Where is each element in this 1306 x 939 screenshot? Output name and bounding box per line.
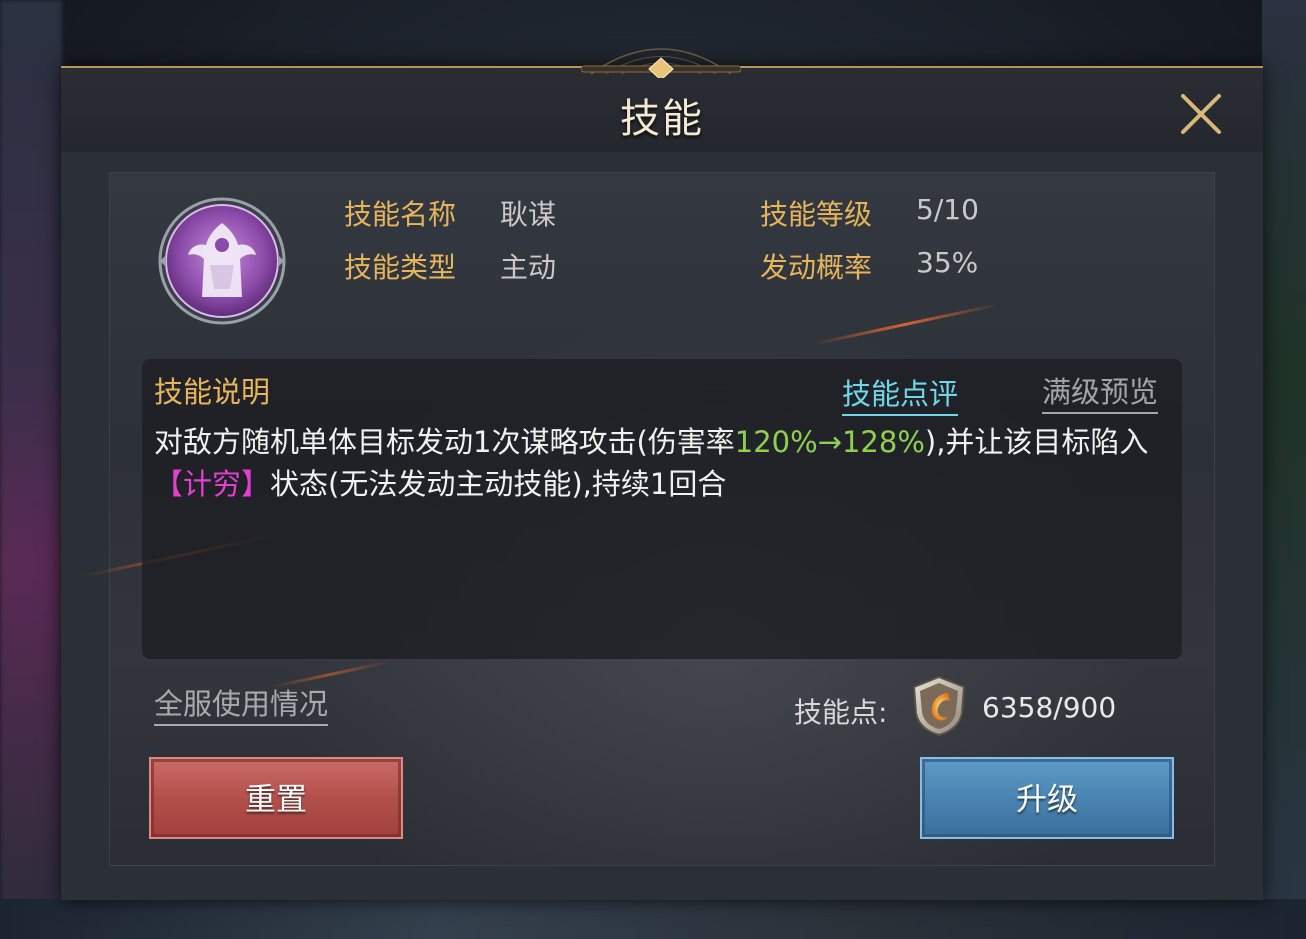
- tab-full-level-preview[interactable]: 满级预览: [1042, 369, 1159, 414]
- tab-skill-review[interactable]: 技能点评: [842, 371, 959, 416]
- description-text-part: ),并让该目标陷入: [924, 425, 1149, 459]
- skill-name-value: 耿谋: [500, 198, 557, 231]
- ember-streak: [811, 303, 999, 346]
- skill-points-value: 6358/900: [982, 691, 1117, 724]
- description-text-part: 状态(无法发动主动技能),持续1回合: [270, 467, 727, 501]
- dialog-title: 技能: [620, 96, 704, 142]
- status-effect-highlight: 【计穷】: [154, 467, 271, 501]
- reset-button[interactable]: 重置: [149, 757, 403, 839]
- title-ornament-icon: [581, 48, 741, 78]
- skill-type-label: 技能类型: [344, 251, 457, 284]
- skill-level-value: 5/10: [916, 193, 979, 226]
- skill-dialog: 技能 技能名称 耿谋 技能类型 主动 技能等级 5/10 发动概率 35% 技能…: [61, 48, 1263, 900]
- skill-point-shield-icon: [912, 675, 966, 737]
- background-right: [1262, 0, 1306, 939]
- skill-points-label: 技能点:: [794, 696, 888, 729]
- skill-level-label: 技能等级: [760, 198, 873, 231]
- damage-rate-highlight: 120%→128%: [734, 425, 925, 459]
- skill-chance-label: 发动概率: [760, 251, 873, 284]
- skill-type-value: 主动: [500, 251, 557, 284]
- skill-panel: 技能名称 耿谋 技能类型 主动 技能等级 5/10 发动概率 35% 技能说明 …: [81, 172, 1215, 866]
- skill-chance-value: 35%: [916, 246, 979, 279]
- description-text-part: 对敌方随机单体目标发动1次谋略攻击(伤害率: [154, 425, 735, 459]
- background-left: [0, 0, 62, 939]
- background-bottom: [0, 899, 1306, 939]
- description-title: 技能说明: [154, 375, 271, 409]
- purple-skill-emblem-icon: [158, 197, 286, 325]
- close-icon[interactable]: [1177, 90, 1225, 138]
- description-text: 对敌方随机单体目标发动1次谋略攻击(伤害率120%→128%),并让该目标陷入【…: [154, 421, 1164, 505]
- upgrade-button[interactable]: 升级: [920, 757, 1174, 839]
- skill-name-label: 技能名称: [344, 198, 457, 231]
- description-box: 技能说明 技能点评 满级预览 对敌方随机单体目标发动1次谋略攻击(伤害率120%…: [142, 359, 1182, 659]
- server-usage-link[interactable]: 全服使用情况: [154, 681, 329, 726]
- title-bar: 技能: [61, 48, 1263, 152]
